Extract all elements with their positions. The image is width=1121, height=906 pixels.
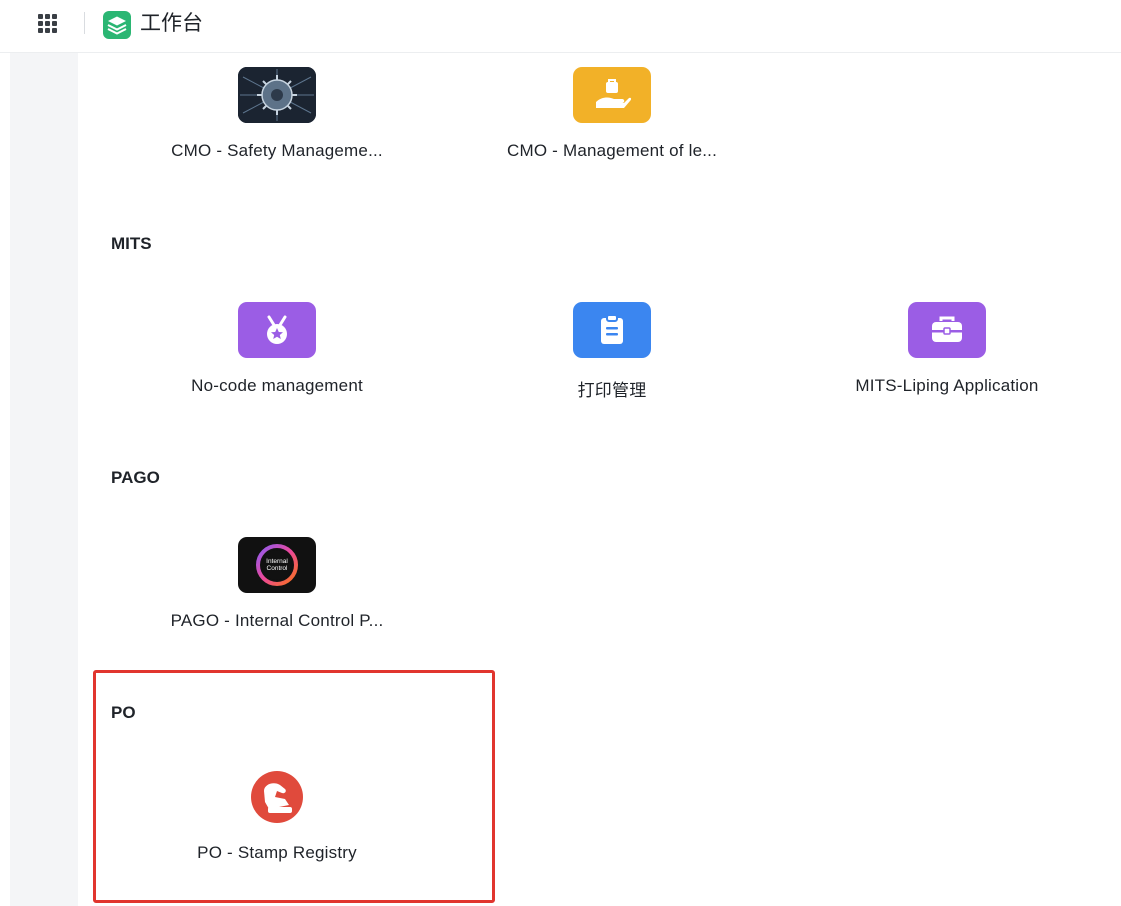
app-label: CMO - Safety Manageme... [171,141,383,160]
header-divider [84,12,85,34]
app-label: PAGO - Internal Control P... [170,611,384,630]
internal-control-icon: Internal Control [238,537,316,593]
top-bar: 工作台 [0,0,1121,53]
app-label: PO - Stamp Registry [197,843,357,862]
workbench-logo-icon[interactable] [102,10,132,40]
app-tile-cmo-safety[interactable]: CMO - Safety Manageme... [137,67,417,161]
app-tile-cmo-management[interactable]: CMO - Management of le... [472,67,752,161]
apps-grid-icon[interactable] [38,14,57,33]
left-edge [0,53,10,906]
app-label: 打印管理 [577,381,647,400]
page-title: 工作台 [140,12,203,35]
group-title-pago: PAGO [111,468,160,487]
stamp-icon [238,769,316,825]
app-label: CMO - Management of le... [506,141,718,160]
app-tile-mits-liping[interactable]: MITS-Liping Application [807,302,1087,396]
medal-icon [238,302,316,358]
clipboard-icon [573,302,651,358]
app-label: MITS-Liping Application [855,376,1039,395]
hand-bag-icon [573,67,651,123]
svg-text:Control: Control [267,565,289,572]
app-tile-print-management[interactable]: 打印管理 [472,302,752,401]
group-title-mits: MITS [111,234,152,253]
virus-network-icon [238,67,316,123]
svg-text:Internal: Internal [266,558,288,565]
group-title-po: PO [111,703,136,722]
app-tile-pago-internal-control[interactable]: Internal Control PAGO - Internal Control… [137,537,417,631]
briefcase-icon [908,302,986,358]
app-label: No-code management [191,376,363,395]
left-gutter [0,53,78,906]
app-tile-no-code-management[interactable]: No-code management [137,302,417,396]
app-tile-po-stamp-registry[interactable]: PO - Stamp Registry [137,769,417,863]
